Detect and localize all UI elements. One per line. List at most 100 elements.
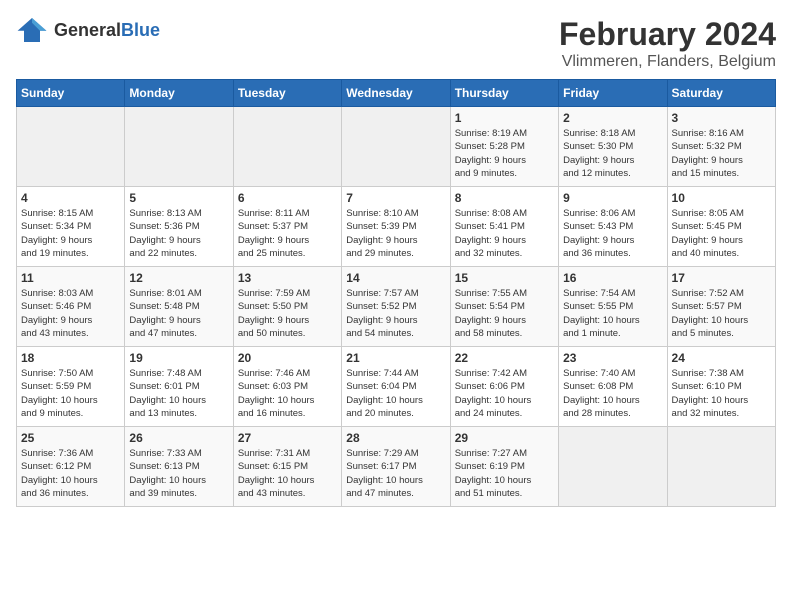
day-info: Sunrise: 7:52 AM Sunset: 5:57 PM Dayligh… (672, 287, 771, 340)
day-info: Sunrise: 8:10 AM Sunset: 5:39 PM Dayligh… (346, 207, 445, 260)
day-info: Sunrise: 7:55 AM Sunset: 5:54 PM Dayligh… (455, 287, 554, 340)
calendar-cell: 20Sunrise: 7:46 AM Sunset: 6:03 PM Dayli… (233, 347, 341, 427)
day-info: Sunrise: 7:59 AM Sunset: 5:50 PM Dayligh… (238, 287, 337, 340)
month-title: February 2024 (559, 16, 776, 53)
title-block: February 2024 Vlimmeren, Flanders, Belgi… (559, 16, 776, 71)
day-number: 24 (672, 351, 771, 365)
day-number: 17 (672, 271, 771, 285)
day-info: Sunrise: 8:08 AM Sunset: 5:41 PM Dayligh… (455, 207, 554, 260)
day-info: Sunrise: 7:33 AM Sunset: 6:13 PM Dayligh… (129, 447, 228, 500)
day-number: 9 (563, 191, 662, 205)
calendar-cell: 19 Sunrise: 7:48 AM Sunset: 6:01 PM Dayli… (125, 347, 233, 427)
day-number: 16 (563, 271, 662, 285)
day-info: Sunrise: 7:42 AM Sunset: 6:06 PM Dayligh… (455, 367, 554, 420)
day-number: 15 (455, 271, 554, 285)
day-info: Sunrise: 8:06 AM Sunset: 5:43 PM Dayligh… (563, 207, 662, 260)
calendar-cell: 5 Sunrise: 8:13 AM Sunset: 5:36 PM Daylig… (125, 187, 233, 267)
day-info: Sunrise: 8:19 AM Sunset: 5:28 PM Dayligh… (455, 127, 554, 180)
calendar-cell: 24Sunrise: 7:38 AM Sunset: 6:10 PM Dayli… (667, 347, 775, 427)
calendar-week-2: 4 Sunrise: 8:15 AM Sunset: 5:34 PM Daylig… (17, 187, 776, 267)
day-number: 19 (129, 351, 228, 365)
weekday-header-sunday: Sunday (17, 80, 125, 107)
calendar-cell (667, 427, 775, 507)
calendar-cell (17, 107, 125, 187)
day-number: 29 (455, 431, 554, 445)
day-info: Sunrise: 7:40 AM Sunset: 6:08 PM Dayligh… (563, 367, 662, 420)
day-number: 10 (672, 191, 771, 205)
calendar-week-1: 1 Sunrise: 8:19 AM Sunset: 5:28 PM Daylig… (17, 107, 776, 187)
day-info: Sunrise: 8:01 AM Sunset: 5:48 PM Dayligh… (129, 287, 228, 340)
day-number: 28 (346, 431, 445, 445)
calendar-cell: 11 Sunrise: 8:03 AM Sunset: 5:46 PM Dayli… (17, 267, 125, 347)
weekday-header-row: SundayMondayTuesdayWednesdayThursdayFrid… (17, 80, 776, 107)
day-number: 14 (346, 271, 445, 285)
day-info: Sunrise: 8:16 AM Sunset: 5:32 PM Dayligh… (672, 127, 771, 180)
calendar-cell: 28 Sunrise: 7:29 AM Sunset: 6:17 PM Dayli… (342, 427, 450, 507)
day-info: Sunrise: 7:36 AM Sunset: 6:12 PM Dayligh… (21, 447, 120, 500)
calendar-cell: 26 Sunrise: 7:33 AM Sunset: 6:13 PM Dayli… (125, 427, 233, 507)
calendar-cell: 15 Sunrise: 7:55 AM Sunset: 5:54 PM Dayli… (450, 267, 558, 347)
day-number: 13 (238, 271, 337, 285)
day-info: Sunrise: 7:48 AM Sunset: 6:01 PM Dayligh… (129, 367, 228, 420)
calendar-cell: 21 Sunrise: 7:44 AM Sunset: 6:04 PM Dayli… (342, 347, 450, 427)
day-number: 8 (455, 191, 554, 205)
calendar-cell (342, 107, 450, 187)
calendar-cell (559, 427, 667, 507)
calendar-cell: 18Sunrise: 7:50 AM Sunset: 5:59 PM Dayli… (17, 347, 125, 427)
day-info: Sunrise: 7:29 AM Sunset: 6:17 PM Dayligh… (346, 447, 445, 500)
calendar-cell: 7 Sunrise: 8:10 AM Sunset: 5:39 PM Daylig… (342, 187, 450, 267)
logo: GeneralBlue (16, 16, 160, 44)
calendar-cell (233, 107, 341, 187)
day-info: Sunrise: 7:50 AM Sunset: 5:59 PM Dayligh… (21, 367, 120, 420)
day-number: 6 (238, 191, 337, 205)
calendar-week-3: 11 Sunrise: 8:03 AM Sunset: 5:46 PM Dayli… (17, 267, 776, 347)
day-info: Sunrise: 7:27 AM Sunset: 6:19 PM Dayligh… (455, 447, 554, 500)
day-info: Sunrise: 8:13 AM Sunset: 5:36 PM Dayligh… (129, 207, 228, 260)
weekday-header-monday: Monday (125, 80, 233, 107)
day-info: Sunrise: 8:05 AM Sunset: 5:45 PM Dayligh… (672, 207, 771, 260)
day-number: 4 (21, 191, 120, 205)
calendar-cell: 1 Sunrise: 8:19 AM Sunset: 5:28 PM Daylig… (450, 107, 558, 187)
calendar-cell (125, 107, 233, 187)
day-info: Sunrise: 8:15 AM Sunset: 5:34 PM Dayligh… (21, 207, 120, 260)
day-number: 12 (129, 271, 228, 285)
calendar-cell: 22 Sunrise: 7:42 AM Sunset: 6:06 PM Dayli… (450, 347, 558, 427)
calendar-cell: 29 Sunrise: 7:27 AM Sunset: 6:19 PM Dayli… (450, 427, 558, 507)
logo-blue: Blue (121, 20, 160, 40)
day-info: Sunrise: 7:31 AM Sunset: 6:15 PM Dayligh… (238, 447, 337, 500)
calendar-cell: 2Sunrise: 8:18 AM Sunset: 5:30 PM Daylig… (559, 107, 667, 187)
day-number: 21 (346, 351, 445, 365)
calendar-week-4: 18Sunrise: 7:50 AM Sunset: 5:59 PM Dayli… (17, 347, 776, 427)
day-number: 5 (129, 191, 228, 205)
calendar-cell: 12 Sunrise: 8:01 AM Sunset: 5:48 PM Dayli… (125, 267, 233, 347)
day-number: 11 (21, 271, 120, 285)
day-number: 22 (455, 351, 554, 365)
day-number: 7 (346, 191, 445, 205)
calendar-week-5: 25Sunrise: 7:36 AM Sunset: 6:12 PM Dayli… (17, 427, 776, 507)
calendar-cell: 9 Sunrise: 8:06 AM Sunset: 5:43 PM Daylig… (559, 187, 667, 267)
day-number: 2 (563, 111, 662, 125)
calendar-cell: 27Sunrise: 7:31 AM Sunset: 6:15 PM Dayli… (233, 427, 341, 507)
day-number: 1 (455, 111, 554, 125)
weekday-header-tuesday: Tuesday (233, 80, 341, 107)
calendar-header: SundayMondayTuesdayWednesdayThursdayFrid… (17, 80, 776, 107)
calendar-table: SundayMondayTuesdayWednesdayThursdayFrid… (16, 79, 776, 507)
logo-general: General (54, 20, 121, 40)
weekday-header-friday: Friday (559, 80, 667, 107)
calendar-cell: 16Sunrise: 7:54 AM Sunset: 5:55 PM Dayli… (559, 267, 667, 347)
logo-text: GeneralBlue (54, 20, 160, 41)
calendar-cell: 4 Sunrise: 8:15 AM Sunset: 5:34 PM Daylig… (17, 187, 125, 267)
day-number: 26 (129, 431, 228, 445)
day-number: 3 (672, 111, 771, 125)
day-info: Sunrise: 7:46 AM Sunset: 6:03 PM Dayligh… (238, 367, 337, 420)
day-info: Sunrise: 8:11 AM Sunset: 5:37 PM Dayligh… (238, 207, 337, 260)
calendar-cell: 23Sunrise: 7:40 AM Sunset: 6:08 PM Dayli… (559, 347, 667, 427)
header: GeneralBlue February 2024 Vlimmeren, Fla… (16, 16, 776, 71)
logo-icon (16, 16, 48, 44)
weekday-header-wednesday: Wednesday (342, 80, 450, 107)
calendar-cell: 14Sunrise: 7:57 AM Sunset: 5:52 PM Dayli… (342, 267, 450, 347)
calendar-cell: 13 Sunrise: 7:59 AM Sunset: 5:50 PM Dayli… (233, 267, 341, 347)
calendar-body: 1 Sunrise: 8:19 AM Sunset: 5:28 PM Daylig… (17, 107, 776, 507)
day-info: Sunrise: 7:44 AM Sunset: 6:04 PM Dayligh… (346, 367, 445, 420)
day-info: Sunrise: 8:03 AM Sunset: 5:46 PM Dayligh… (21, 287, 120, 340)
